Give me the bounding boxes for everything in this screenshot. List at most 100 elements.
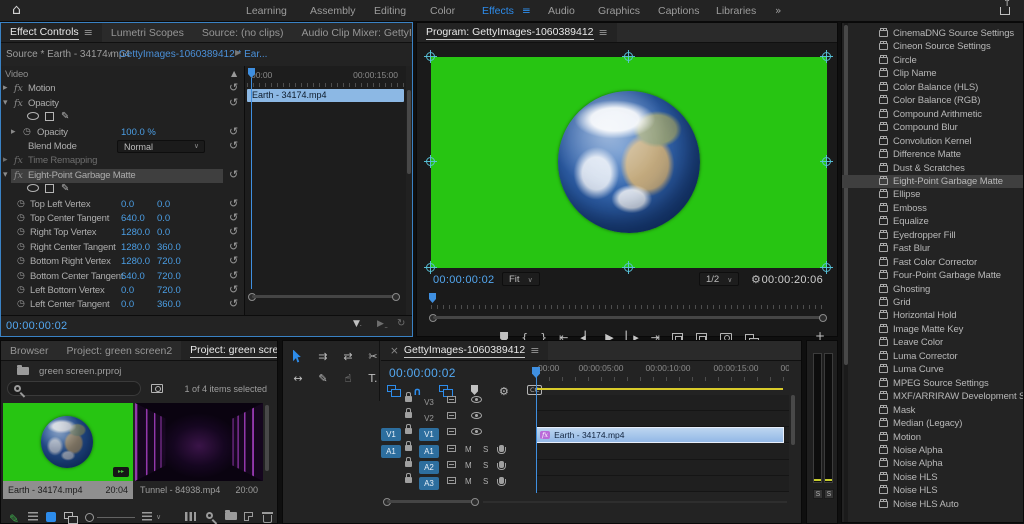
effect-controls-mini-timeline[interactable]: 00:00 00:00:15:00 Earth - 34174.mp4 xyxy=(244,66,406,315)
effect-item-clip-name[interactable]: Clip Name xyxy=(842,67,1023,80)
timeline-clip-earth[interactable]: fx Earth - 34174.mp4 xyxy=(536,427,784,443)
stopwatch-icon[interactable]: ◷ xyxy=(17,213,25,223)
close-icon[interactable]: × xyxy=(390,345,399,357)
program-video-frame[interactable] xyxy=(431,57,827,268)
tab-browser[interactable]: Browser xyxy=(1,341,58,360)
effect-item-leave-color[interactable]: Leave Color xyxy=(842,336,1023,349)
mask-rect-icon[interactable] xyxy=(45,112,54,121)
sync-lock-icon[interactable] xyxy=(447,477,456,484)
tab-project-green-screen2[interactable]: Project: green screen2 xyxy=(58,341,182,360)
effect-item-motion[interactable]: Motion xyxy=(842,431,1023,444)
ec-row-time-remapping[interactable]: ▸fxTime Remapping xyxy=(1,155,244,169)
workspace-tab-graphics[interactable]: Graphics xyxy=(598,5,640,17)
effect-item-convolution-kernel[interactable]: Convolution Kernel xyxy=(842,135,1023,148)
stopwatch-icon[interactable]: ◷ xyxy=(17,242,25,252)
stopwatch-icon[interactable]: ◷ xyxy=(17,199,25,209)
ec-row-top-center-tangent[interactable]: ◷Top Center Tangent640.00.0↺ xyxy=(1,213,244,227)
value-y[interactable]: 0.0 xyxy=(157,199,170,210)
stopwatch-icon[interactable]: ◷ xyxy=(17,227,25,237)
mic-icon[interactable] xyxy=(499,445,504,452)
workspace-tab-learning[interactable]: Learning xyxy=(246,5,287,17)
value-x[interactable]: 1280.0 xyxy=(121,256,150,267)
value-y[interactable]: 720.0 xyxy=(157,285,181,296)
program-zoom-scrollbar[interactable] xyxy=(429,314,827,322)
solo-button[interactable]: S xyxy=(483,477,488,486)
effect-item-difference-matte[interactable]: Difference Matte xyxy=(842,148,1023,161)
sync-lock-icon[interactable] xyxy=(447,445,456,452)
track-lock-icon[interactable] xyxy=(405,396,412,402)
project-item-tunnel[interactable]: Tunnel - 84938.mp4 20:00 xyxy=(135,403,263,499)
tab-program[interactable]: Program: GettyImages-1060389412≡ xyxy=(417,23,617,42)
effect-item-cineon-source-settings[interactable]: Cineon Source Settings xyxy=(842,40,1023,53)
timeline-zoom-scrollbar[interactable] xyxy=(383,498,479,506)
matte-handle-left-center[interactable] xyxy=(426,157,435,166)
project-scrollbar[interactable] xyxy=(265,405,269,471)
effect-item-median-legacy[interactable]: Median (Legacy) xyxy=(842,417,1023,430)
matte-handle-bottom-right[interactable] xyxy=(822,263,831,272)
effect-item-noise-hls[interactable]: Noise HLS xyxy=(842,471,1023,484)
ec-row-bottom-right-vertex[interactable]: ◷Bottom Right Vertex1280.0720.0↺ xyxy=(1,256,244,270)
add-marker-button[interactable] xyxy=(471,385,478,395)
solo-button[interactable]: S xyxy=(483,445,488,454)
value-y[interactable]: 0.0 xyxy=(157,213,170,224)
effect-item-grid[interactable]: Grid xyxy=(842,296,1023,309)
breadcrumb[interactable]: green screen.prproj xyxy=(39,366,121,377)
effect-item-ellipse[interactable]: Ellipse xyxy=(842,188,1023,201)
workspace-tab-effects[interactable]: Effects xyxy=(482,5,514,17)
track-output-icon[interactable] xyxy=(471,396,482,403)
track-name-v3[interactable]: V3 xyxy=(419,396,439,409)
param-value[interactable]: 100.0 % xyxy=(121,127,156,138)
sync-lock-icon[interactable] xyxy=(447,428,456,435)
panel-menu-icon[interactable]: ≡ xyxy=(84,26,93,39)
value-x[interactable]: 1280.0 xyxy=(121,227,150,238)
effect-item-compound-arithmetic[interactable]: Compound Arithmetic xyxy=(842,108,1023,121)
mute-button[interactable]: M xyxy=(465,445,472,454)
effect-item-fast-color-corrector[interactable]: Fast Color Corrector xyxy=(842,256,1023,269)
value-y[interactable]: 720.0 xyxy=(157,271,181,282)
mute-button[interactable]: M xyxy=(465,477,472,486)
effect-controls-vertical-scrollbar[interactable] xyxy=(407,90,411,174)
captions-button[interactable]: CC xyxy=(527,385,542,395)
effect-item-color-balance-rgb[interactable]: Color Balance (RGB) xyxy=(842,94,1023,107)
ec-row-blend-mode[interactable]: Blend ModeNormal∨↺ xyxy=(1,141,244,155)
stopwatch-icon[interactable]: ◷ xyxy=(17,256,25,266)
freeform-view-button[interactable] xyxy=(64,512,73,519)
reset-icon[interactable]: ↺ xyxy=(229,240,238,253)
source-patch-v1[interactable]: V1 xyxy=(381,428,401,441)
ec-row-left-center-tangent[interactable]: ◷Left Center Tangent0.0360.0↺ xyxy=(1,299,244,313)
tab-audio-clip-mixer-gettyimages-106038941[interactable]: Audio Clip Mixer: GettyImages-106038941 xyxy=(293,23,412,42)
blend-mode-select[interactable]: Normal∨ xyxy=(117,140,205,153)
reset-icon[interactable]: ↺ xyxy=(229,197,238,210)
effect-item-eyedropper-fill[interactable]: Eyedropper Fill xyxy=(842,229,1023,242)
mask-rect-icon[interactable] xyxy=(45,184,54,193)
insert-overwrite-button[interactable] xyxy=(387,385,396,392)
value-x[interactable]: 0.0 xyxy=(121,299,134,310)
sort-button[interactable]: ∨ xyxy=(142,512,161,521)
value-y[interactable]: 720.0 xyxy=(157,256,181,267)
sync-lock-icon[interactable] xyxy=(447,461,456,468)
collapse-icon[interactable]: ▲ xyxy=(231,69,237,78)
reset-icon[interactable]: ↺ xyxy=(229,139,238,152)
ec-row-top-left-vertex[interactable]: ◷Top Left Vertex0.00.0↺ xyxy=(1,199,244,213)
effect-item-noise-alpha[interactable]: Noise Alpha xyxy=(842,444,1023,457)
effect-item-luma-corrector[interactable]: Luma Corrector xyxy=(842,350,1023,363)
workspace-tab-editing[interactable]: Editing xyxy=(374,5,406,17)
new-bin-button[interactable] xyxy=(225,512,237,520)
track-name-v1[interactable]: V1 xyxy=(419,428,439,441)
matte-handle-top-left[interactable] xyxy=(426,52,435,61)
track-lane-a3[interactable] xyxy=(536,476,789,492)
matte-handle-top-right[interactable] xyxy=(822,52,831,61)
effect-item-noise-hls[interactable]: Noise HLS xyxy=(842,484,1023,497)
track-output-icon[interactable] xyxy=(471,412,482,419)
filter-properties-icon[interactable]: ▼. xyxy=(353,319,362,329)
stopwatch-icon[interactable]: ◷ xyxy=(17,271,25,281)
track-output-icon[interactable] xyxy=(471,428,482,435)
track-lane-a2[interactable] xyxy=(536,460,789,476)
program-timecode[interactable]: 00:00:00:02 xyxy=(433,274,494,286)
icon-view-button[interactable] xyxy=(46,512,56,522)
play-audio-icon[interactable]: ▶ˍ xyxy=(377,319,388,329)
sync-lock-icon[interactable] xyxy=(447,396,456,403)
panel-menu-icon[interactable]: ≡ xyxy=(599,26,608,39)
reset-icon[interactable]: ↺ xyxy=(229,225,238,238)
sync-lock-icon[interactable] xyxy=(447,412,456,419)
